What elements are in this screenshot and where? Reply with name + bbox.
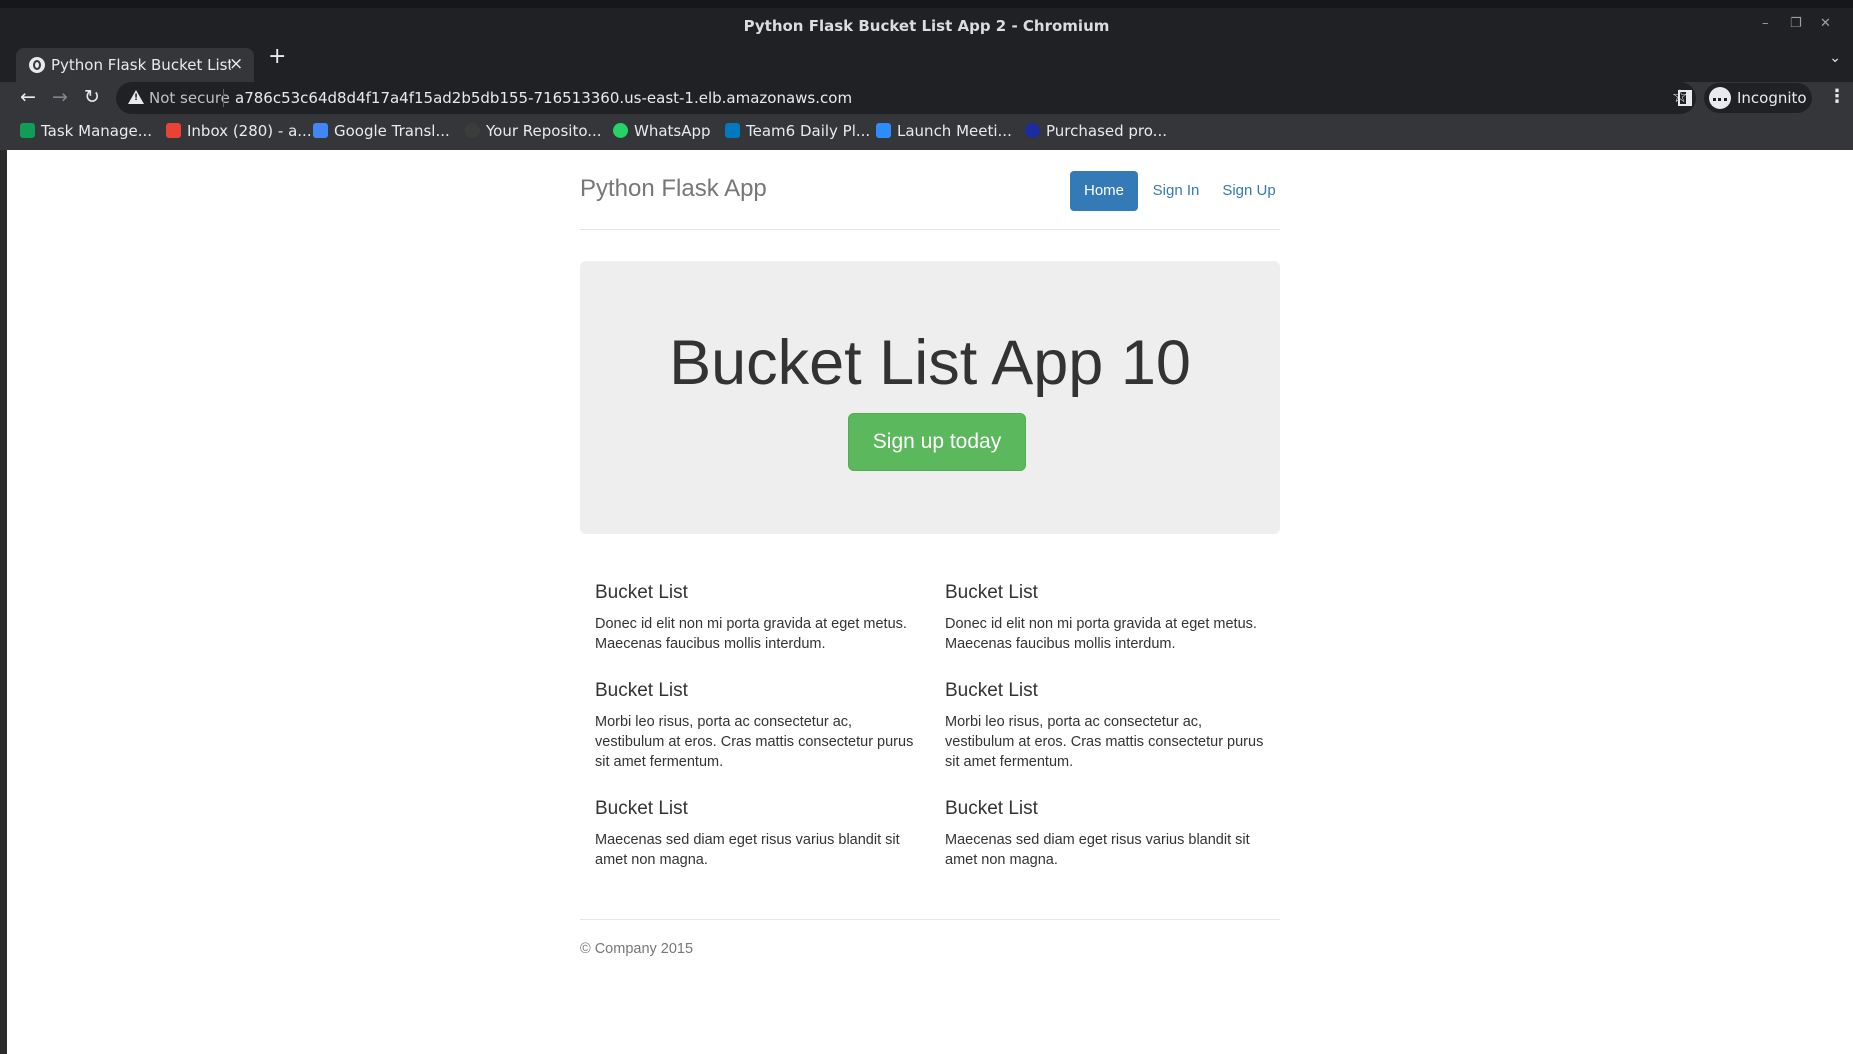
close-window-icon[interactable]: ✕ xyxy=(1820,16,1831,31)
item-title: Bucket List xyxy=(595,798,688,819)
page-viewport: Python Flask App Home Sign In Sign Up Bu… xyxy=(7,150,1853,1054)
trello-icon xyxy=(725,123,740,138)
task-manager-icon xyxy=(20,123,35,138)
bucket-list-item: Bucket List Morbi leo risus, porta ac co… xyxy=(945,680,1275,772)
nav-sign-up[interactable]: Sign Up xyxy=(1218,171,1280,211)
incognito-label: Incognito xyxy=(1737,89,1807,107)
browser-toolbar: ← → ↻ Not secure a786c53c64d8d4f17a4f15a… xyxy=(0,82,1853,114)
tab-search-chevron-icon[interactable]: ⌄ xyxy=(1829,50,1841,66)
minimize-icon[interactable]: – xyxy=(1762,16,1769,31)
item-title: Bucket List xyxy=(945,582,1038,603)
bookmark-item[interactable]: Team6 Daily Pl... xyxy=(725,122,870,140)
item-text: Maecenas sed diam eget risus varius blan… xyxy=(595,832,900,868)
item-title: Bucket List xyxy=(595,680,688,701)
google-translate-icon xyxy=(313,123,328,138)
item-text: Donec id elit non mi porta gravida at eg… xyxy=(945,616,1257,652)
warning-icon xyxy=(128,90,144,104)
bookmark-label: WhatsApp xyxy=(634,122,711,140)
bookmark-item[interactable]: Task Manage... xyxy=(20,122,152,140)
bucket-list-item: Bucket List Morbi leo risus, porta ac co… xyxy=(595,680,925,772)
back-arrow-icon[interactable]: ← xyxy=(20,86,36,108)
tab-active[interactable]: Python Flask Bucket List App × xyxy=(16,48,254,82)
bookmark-item[interactable]: Launch Meeti... xyxy=(876,122,1012,140)
nav-sign-in[interactable]: Sign In xyxy=(1146,171,1206,211)
browser-menu-icon[interactable]: ⋮ xyxy=(1828,86,1846,107)
item-title: Bucket List xyxy=(945,798,1038,819)
site-brand: Python Flask App xyxy=(580,175,767,202)
header-divider xyxy=(580,229,1280,230)
forward-arrow-icon[interactable]: → xyxy=(52,86,68,108)
footer-divider xyxy=(580,919,1280,920)
nav-home[interactable]: Home xyxy=(1070,171,1138,211)
side-panel-icon[interactable] xyxy=(1678,90,1692,106)
meta-icon xyxy=(1025,123,1040,138)
bookmark-label: Task Manage... xyxy=(41,122,153,140)
zoom-icon xyxy=(876,123,891,138)
bookmark-label: Your Reposito... xyxy=(486,122,602,140)
bookmark-label: Team6 Daily Pl... xyxy=(746,122,871,140)
bookmark-item[interactable]: WhatsApp xyxy=(613,122,711,140)
bucket-list-item: Bucket List Donec id elit non mi porta g… xyxy=(945,582,1275,654)
item-text: Morbi leo risus, porta ac consectetur ac… xyxy=(595,714,914,770)
bookmark-label: Launch Meeti... xyxy=(897,122,1012,140)
bookmark-label: Google Transl... xyxy=(334,122,450,140)
url-text[interactable]: a786c53c64d8d4f17a4f15ad2b5db155-7165133… xyxy=(235,89,852,107)
new-tab-button[interactable]: + xyxy=(268,44,286,69)
bucket-list-item: Bucket List Maecenas sed diam eget risus… xyxy=(945,798,1275,870)
bookmark-item[interactable]: Purchased pro... xyxy=(1025,122,1167,140)
site-nav: Home Sign In Sign Up xyxy=(1070,171,1280,211)
footer-copyright: © Company 2015 xyxy=(580,941,694,957)
whatsapp-icon xyxy=(613,123,628,138)
reload-icon[interactable]: ↻ xyxy=(84,86,100,108)
incognito-icon xyxy=(1709,87,1731,109)
sign-up-today-button[interactable]: Sign up today xyxy=(848,413,1026,471)
item-text: Morbi leo risus, porta ac consectetur ac… xyxy=(945,714,1264,770)
item-title: Bucket List xyxy=(945,680,1038,701)
gmail-icon xyxy=(166,123,181,138)
item-text: Donec id elit non mi porta gravida at eg… xyxy=(595,616,907,652)
bucket-list-item: Bucket List Maecenas sed diam eget risus… xyxy=(595,798,925,870)
jumbotron-heading: Bucket List App 10 xyxy=(669,328,1191,398)
github-icon xyxy=(465,123,480,138)
bookmark-label: Inbox (280) - a... xyxy=(187,122,312,140)
jumbotron: Bucket List App 10 Sign up today xyxy=(580,261,1280,534)
window-titlebar: Python Flask Bucket List App 2 - Chromiu… xyxy=(0,8,1853,44)
window-title: Python Flask Bucket List App 2 - Chromiu… xyxy=(743,17,1110,35)
tab-strip: Python Flask Bucket List App × + ⌄ xyxy=(0,44,1853,82)
bucket-list-item: Bucket List Donec id elit non mi porta g… xyxy=(595,582,925,654)
item-title: Bucket List xyxy=(595,582,688,603)
bookmark-label: Purchased pro... xyxy=(1046,122,1167,140)
bookmark-item[interactable]: Inbox (280) - a... xyxy=(166,122,312,140)
incognito-badge[interactable]: Incognito xyxy=(1704,83,1812,113)
omnibox-divider xyxy=(223,89,224,107)
tab-title: Python Flask Bucket List App xyxy=(51,56,231,74)
item-text: Maecenas sed diam eget risus varius blan… xyxy=(945,832,1250,868)
restore-icon[interactable]: ❐ xyxy=(1790,16,1802,31)
bookmark-item[interactable]: Your Reposito... xyxy=(465,122,602,140)
address-bar[interactable]: Not secure a786c53c64d8d4f17a4f15ad2b5db… xyxy=(116,82,1696,114)
bookmarks-bar: Task Manage... Inbox (280) - a... Google… xyxy=(0,114,1853,150)
desktop-edge xyxy=(0,150,7,1054)
desktop-top-strip xyxy=(0,0,1853,8)
globe-icon xyxy=(29,57,45,73)
security-status[interactable]: Not secure xyxy=(149,89,230,107)
bookmark-item[interactable]: Google Transl... xyxy=(313,122,450,140)
close-tab-icon[interactable]: × xyxy=(229,54,243,74)
